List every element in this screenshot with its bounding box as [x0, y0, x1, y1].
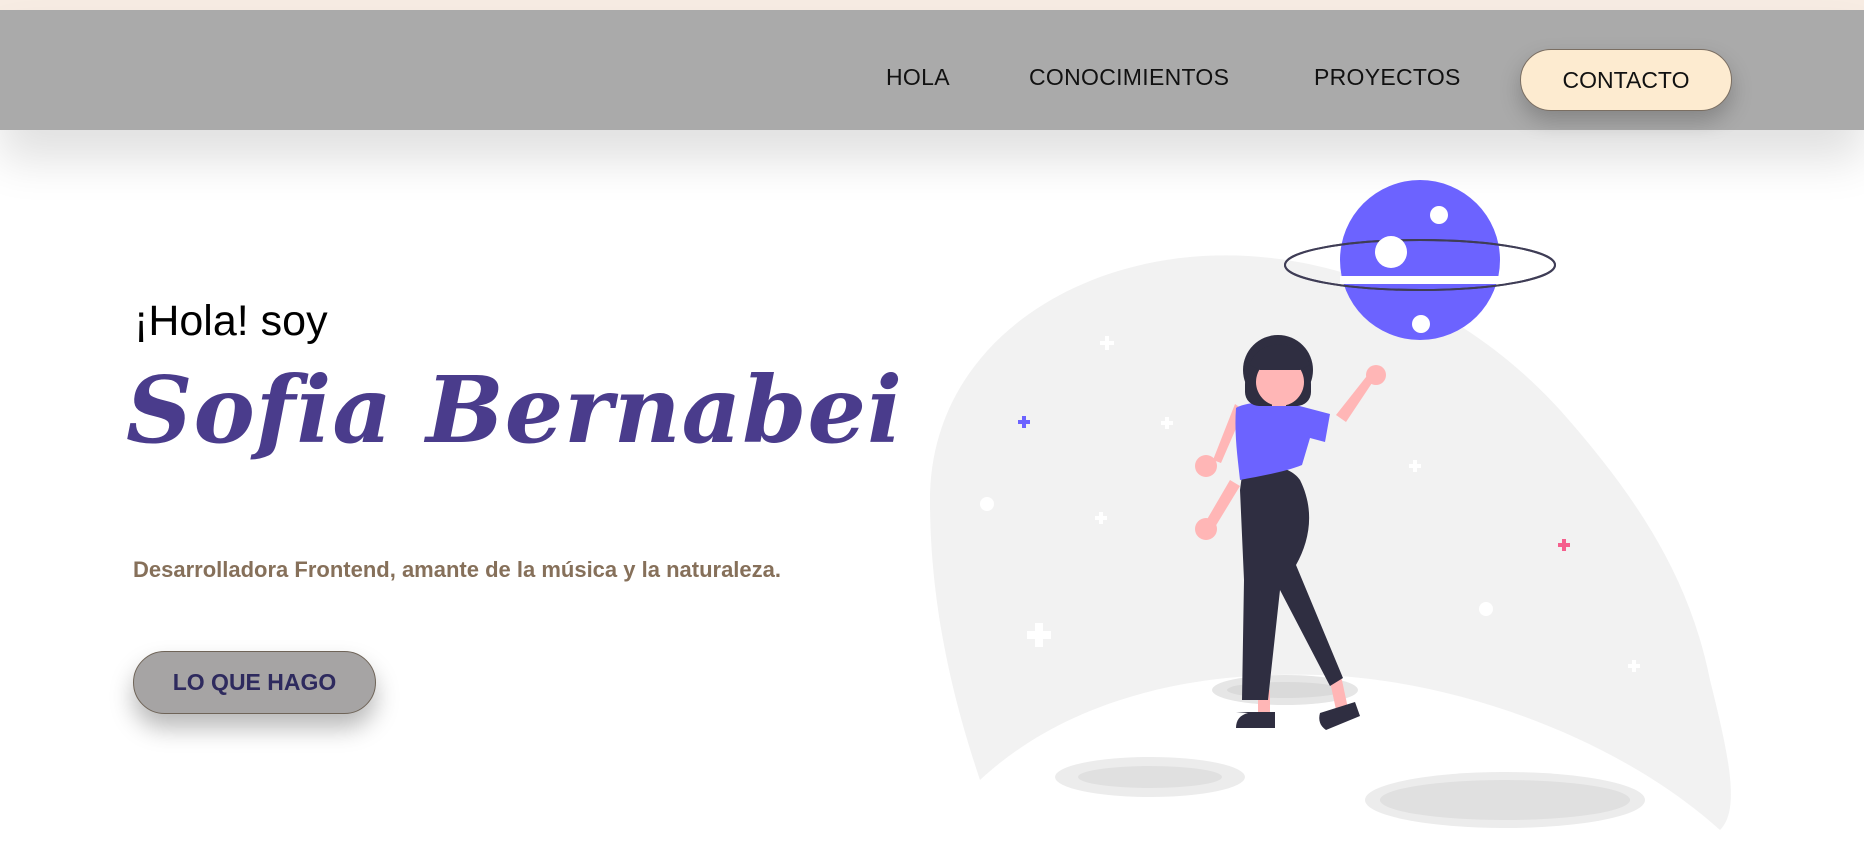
hero-greeting: ¡Hola! soy — [134, 297, 328, 345]
contact-button[interactable]: CONTACTO — [1520, 49, 1732, 111]
background-blob — [930, 255, 1731, 830]
top-strip — [0, 0, 1864, 10]
ground-ellipse — [1380, 780, 1630, 820]
nav-link-conocimientos[interactable]: CONOCIMIENTOS — [1029, 66, 1229, 89]
navbar: HOLA CONOCIMIENTOS PROYECTOS CONTACTO — [0, 10, 1864, 130]
woman-reaching-planet-illustration — [930, 180, 1731, 830]
hero-tagline: Desarrolladora Frontend, amante de la mú… — [133, 557, 782, 582]
ground-ellipse — [1078, 766, 1222, 788]
hero-name: Sofia Bernabei — [126, 356, 904, 464]
nav-link-proyectos[interactable]: PROYECTOS — [1314, 66, 1461, 89]
nav-link-hola[interactable]: HOLA — [886, 66, 950, 89]
lo-que-hago-button[interactable]: LO QUE HAGO — [133, 651, 376, 714]
